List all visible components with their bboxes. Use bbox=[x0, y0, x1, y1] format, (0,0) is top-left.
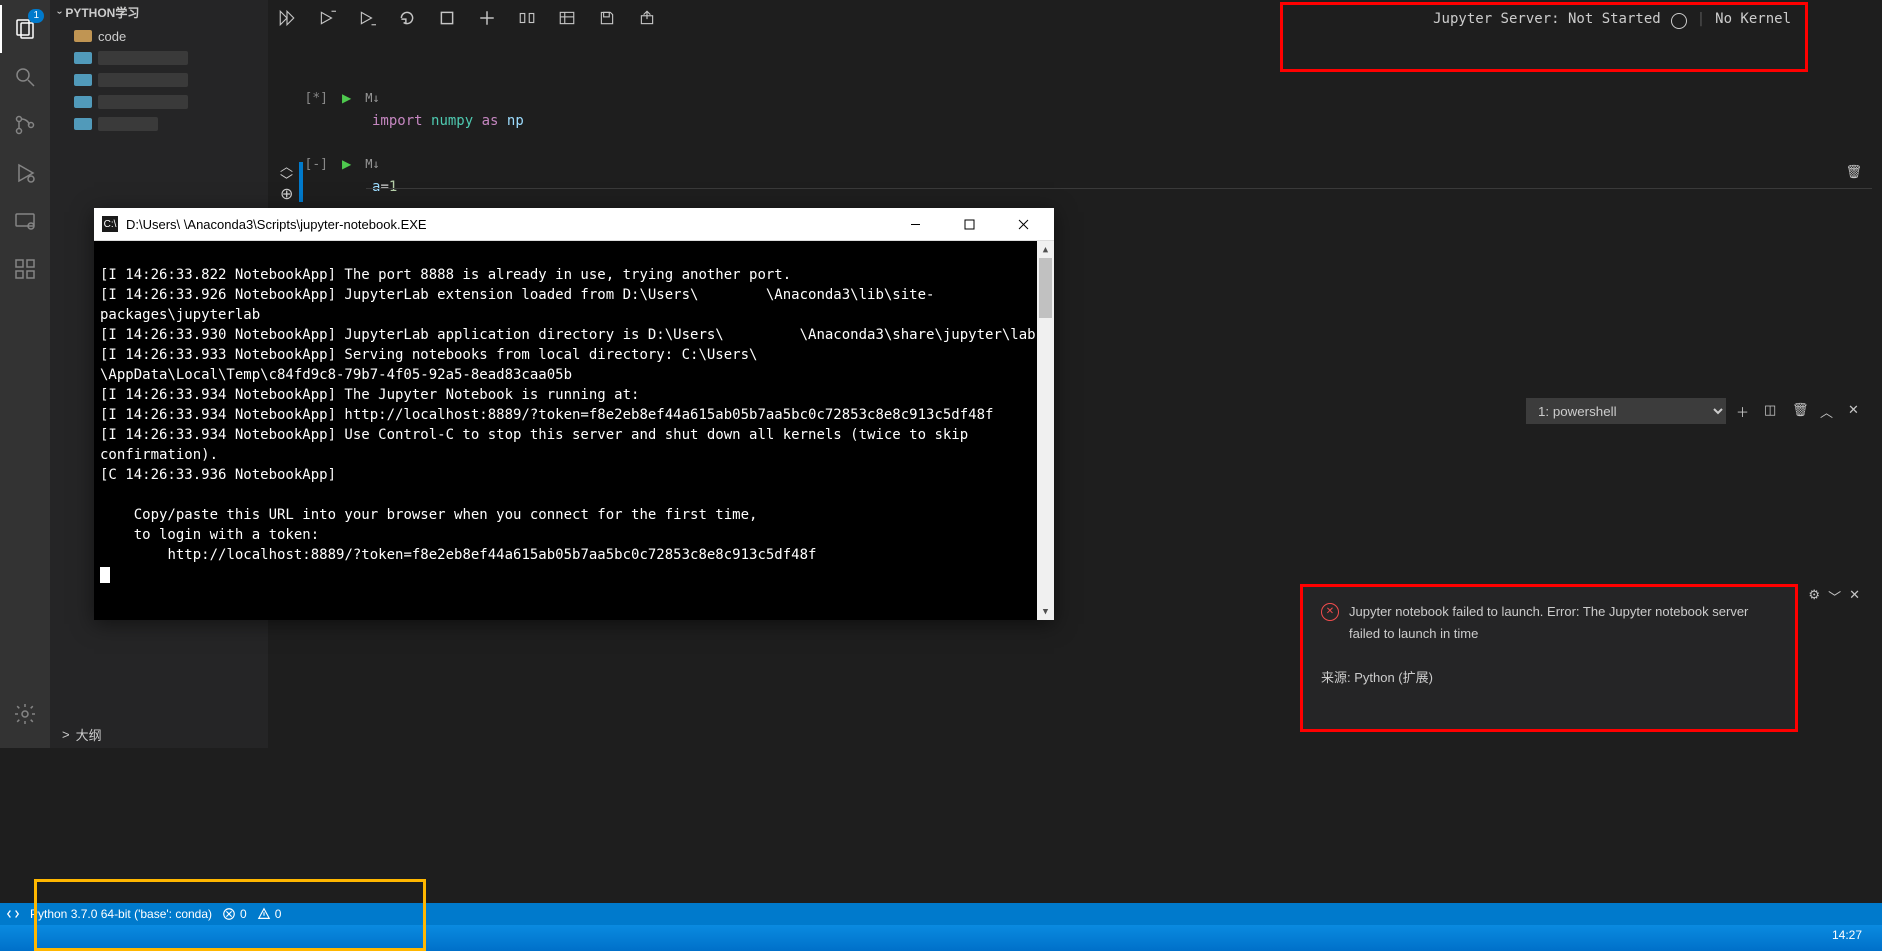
cursor bbox=[100, 567, 110, 583]
error-icon: ✕ bbox=[1321, 603, 1339, 621]
settings-gear-icon[interactable] bbox=[0, 690, 50, 738]
terminal-dropdown[interactable]: 1: powershell bbox=[1526, 398, 1726, 424]
source-control-icon[interactable] bbox=[0, 101, 50, 149]
code-line-2[interactable]: a=1 bbox=[268, 179, 1882, 195]
sidebar-file-item[interactable] bbox=[68, 69, 268, 91]
taskbar-clock[interactable]: 14:27 bbox=[1832, 928, 1862, 942]
sidebar-file-item[interactable] bbox=[68, 91, 268, 113]
scroll-thumb[interactable] bbox=[1039, 258, 1052, 318]
cmd-window: C:\ D:\Users\ \Anaconda3\Scripts\jupyter… bbox=[94, 208, 1054, 620]
scroll-down-icon[interactable]: ▼ bbox=[1037, 603, 1054, 620]
error-notification: ✕ Jupyter notebook failed to launch. Err… bbox=[1300, 584, 1798, 732]
scroll-up-icon[interactable]: ▲ bbox=[1037, 241, 1054, 258]
explorer-badge: 1 bbox=[28, 9, 44, 23]
sidebar-title: PYTHON学习 bbox=[65, 4, 139, 21]
add-cell-icon[interactable] bbox=[478, 9, 496, 27]
cell-2[interactable]: [-] ▶ M↓ bbox=[268, 149, 1882, 179]
jupyter-server-status[interactable]: Jupyter Server: Not Started bbox=[1433, 11, 1661, 27]
interrupt-icon[interactable] bbox=[438, 9, 456, 27]
windows-taskbar[interactable]: 14:27 bbox=[0, 925, 1882, 951]
explorer-icon[interactable]: 1 bbox=[0, 5, 50, 53]
kernel-status[interactable]: No Kernel bbox=[1715, 11, 1791, 27]
python-version[interactable]: Python 3.7.0 64-bit ('base': conda) bbox=[30, 907, 212, 921]
markdown-toggle[interactable]: M↓ bbox=[365, 91, 379, 105]
save-icon[interactable] bbox=[598, 9, 616, 27]
active-cell-indicator bbox=[299, 162, 303, 202]
cell-move-arrows[interactable]: ︿﹀⊕ bbox=[280, 160, 293, 202]
cmd-title: D:\Users\ \Anaconda3\Scripts\jupyter-not… bbox=[126, 217, 884, 232]
remote-icon[interactable] bbox=[0, 197, 50, 245]
cell-prompt: [*] bbox=[298, 91, 328, 106]
chevron-right-icon: > bbox=[62, 727, 70, 742]
search-icon[interactable] bbox=[0, 53, 50, 101]
trash-icon[interactable]: 🗑 bbox=[1792, 402, 1810, 420]
outline-label: 大纲 bbox=[76, 725, 102, 744]
chevron-down-icon[interactable]: ﹀ bbox=[1828, 587, 1841, 606]
errors-count[interactable]: 0 bbox=[222, 907, 247, 921]
export-icon[interactable] bbox=[638, 9, 656, 27]
sidebar-folder-item[interactable]: code bbox=[68, 25, 268, 47]
code-line-1[interactable]: import numpy as np bbox=[268, 113, 1882, 129]
jupyter-status-box: Jupyter Server: Not Started | No Kernel bbox=[1280, 2, 1808, 72]
maximize-button[interactable] bbox=[946, 209, 992, 239]
split-terminal-icon[interactable]: ◫ bbox=[1764, 402, 1782, 420]
notification-source: 来源: Python (扩展) bbox=[1321, 667, 1777, 686]
cmd-titlebar[interactable]: C:\ D:\Users\ \Anaconda3\Scripts\jupyter… bbox=[94, 208, 1054, 241]
new-terminal-icon[interactable]: ＋ bbox=[1736, 402, 1754, 420]
extensions-icon[interactable] bbox=[0, 245, 50, 293]
notification-text: Jupyter notebook failed to launch. Error… bbox=[1349, 601, 1777, 645]
close-icon[interactable]: ✕ bbox=[1849, 587, 1860, 606]
close-panel-icon[interactable]: ✕ bbox=[1848, 402, 1866, 420]
status-bar: Python 3.7.0 64-bit ('base': conda) 0 0 bbox=[0, 903, 1882, 925]
run-cell-icon[interactable]: ▶ bbox=[342, 91, 351, 105]
maximize-icon[interactable]: ︿ bbox=[1820, 402, 1838, 420]
chevron-down-icon: › bbox=[54, 11, 65, 14]
activity-bar: 1 bbox=[0, 0, 50, 748]
variable-icon[interactable] bbox=[558, 9, 576, 27]
cell-1[interactable]: [*] ▶ M↓ bbox=[268, 83, 1882, 113]
plug-icon bbox=[1671, 13, 1687, 29]
minimize-button[interactable] bbox=[892, 209, 938, 239]
outline-section[interactable]: > 大纲 bbox=[50, 721, 268, 748]
cmd-scrollbar[interactable]: ▲ ▼ bbox=[1037, 241, 1054, 620]
run-debug-icon[interactable] bbox=[0, 149, 50, 197]
gear-icon[interactable]: ⚙ bbox=[1808, 587, 1820, 606]
remote-indicator[interactable] bbox=[6, 907, 20, 921]
run-below-icon[interactable] bbox=[358, 9, 376, 27]
run-cell-icon[interactable]: ▶ bbox=[342, 157, 351, 171]
restart-icon[interactable] bbox=[398, 9, 416, 27]
cmd-body[interactable]: [I 14:26:33.822 NotebookApp] The port 88… bbox=[94, 241, 1054, 620]
pin-icon[interactable] bbox=[1806, 930, 1822, 946]
clear-outputs-icon[interactable] bbox=[518, 9, 536, 27]
sidebar-file-item[interactable] bbox=[68, 113, 268, 135]
run-all-icon[interactable] bbox=[278, 9, 296, 27]
sidebar-header[interactable]: › PYTHON学习 bbox=[50, 0, 268, 25]
warnings-count[interactable]: 0 bbox=[257, 907, 282, 921]
markdown-toggle[interactable]: M↓ bbox=[365, 157, 379, 171]
close-button[interactable] bbox=[1000, 209, 1046, 239]
cmd-icon: C:\ bbox=[102, 216, 118, 232]
sidebar-file-item[interactable] bbox=[68, 47, 268, 69]
run-above-icon[interactable] bbox=[318, 9, 336, 27]
delete-cell-icon[interactable]: 🗑 bbox=[1845, 164, 1862, 180]
